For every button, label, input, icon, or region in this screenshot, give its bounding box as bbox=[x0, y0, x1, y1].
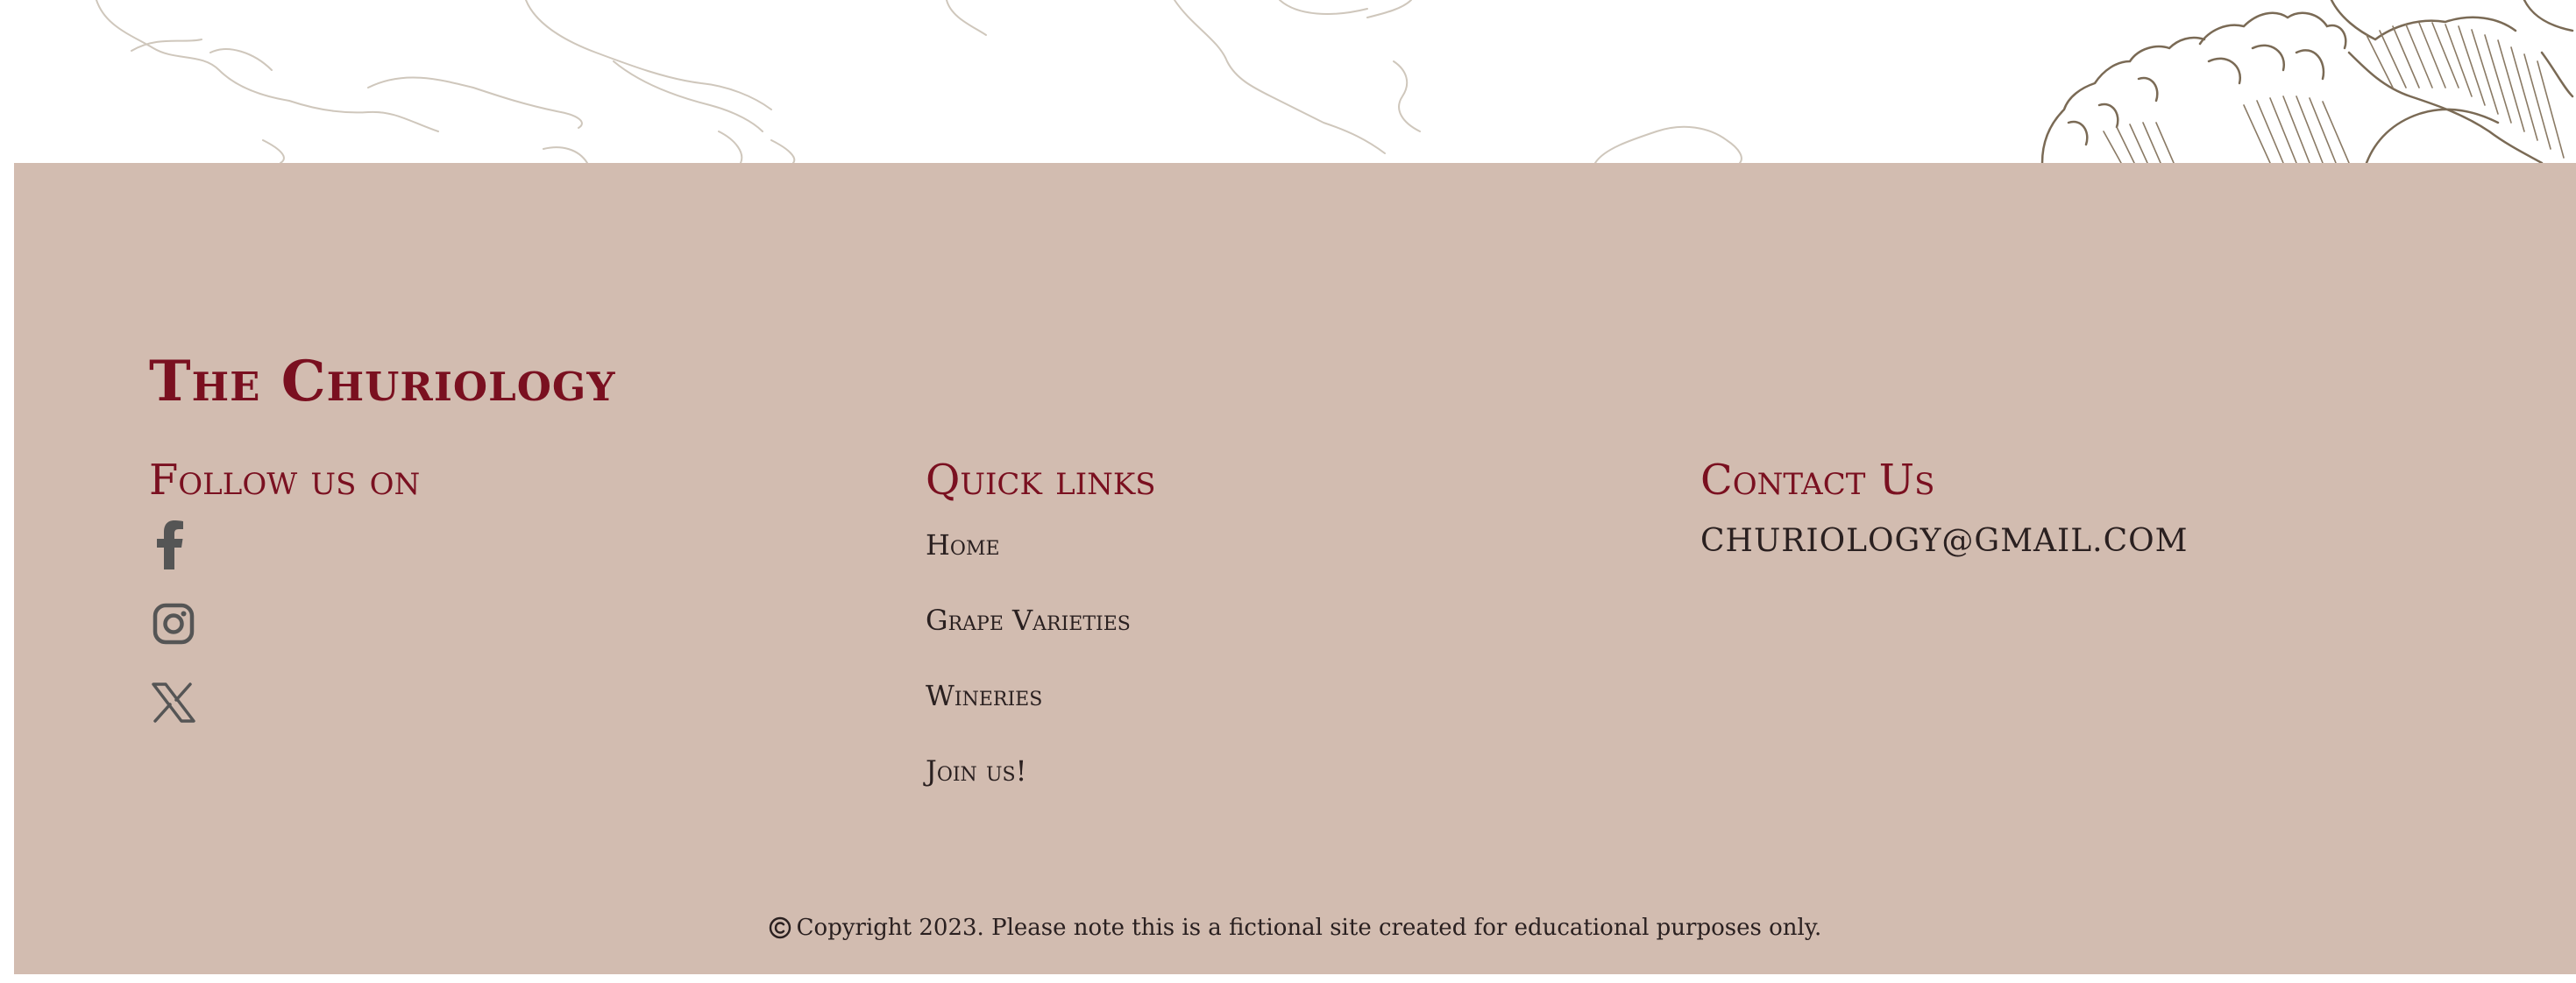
instagram-link[interactable] bbox=[149, 599, 198, 648]
nav-link-grape-varieties[interactable]: Grape Varieties bbox=[926, 604, 1131, 637]
quick-links-heading: Quick links bbox=[926, 456, 1156, 505]
nav-link-wineries[interactable]: Wineries bbox=[926, 679, 1042, 712]
decorative-illustration bbox=[0, 0, 2576, 163]
x-icon bbox=[152, 682, 195, 723]
follow-heading: Follow us on bbox=[149, 456, 421, 505]
site-footer: The Churiology Follow us on Quick links bbox=[14, 163, 2576, 974]
list-item: Join us! bbox=[926, 757, 1131, 832]
facebook-icon bbox=[155, 520, 185, 569]
nav-link-home[interactable]: Home bbox=[926, 528, 1000, 562]
footer-brand-title: The Churiology bbox=[149, 349, 616, 414]
copyright-text: Copyright 2023. Please note this is a fi… bbox=[796, 915, 1822, 941]
x-link[interactable] bbox=[149, 678, 198, 727]
instagram-icon bbox=[153, 603, 195, 645]
quick-links-list: Home Grape Varieties Wineries Join us! bbox=[926, 531, 1131, 832]
list-item: Grape Varieties bbox=[926, 606, 1131, 682]
copyright-icon bbox=[769, 916, 791, 939]
nav-link-join-us[interactable]: Join us! bbox=[926, 754, 1026, 788]
list-item: Home bbox=[926, 531, 1131, 606]
contact-email-link[interactable]: CHURIOLOGY@GMAIL.COM bbox=[1700, 526, 2189, 557]
contact-heading: Contact Us bbox=[1700, 456, 1935, 505]
list-item: Wineries bbox=[926, 682, 1131, 757]
copyright-notice: Copyright 2023. Please note this is a fi… bbox=[14, 916, 2576, 939]
facebook-link[interactable] bbox=[145, 520, 195, 569]
